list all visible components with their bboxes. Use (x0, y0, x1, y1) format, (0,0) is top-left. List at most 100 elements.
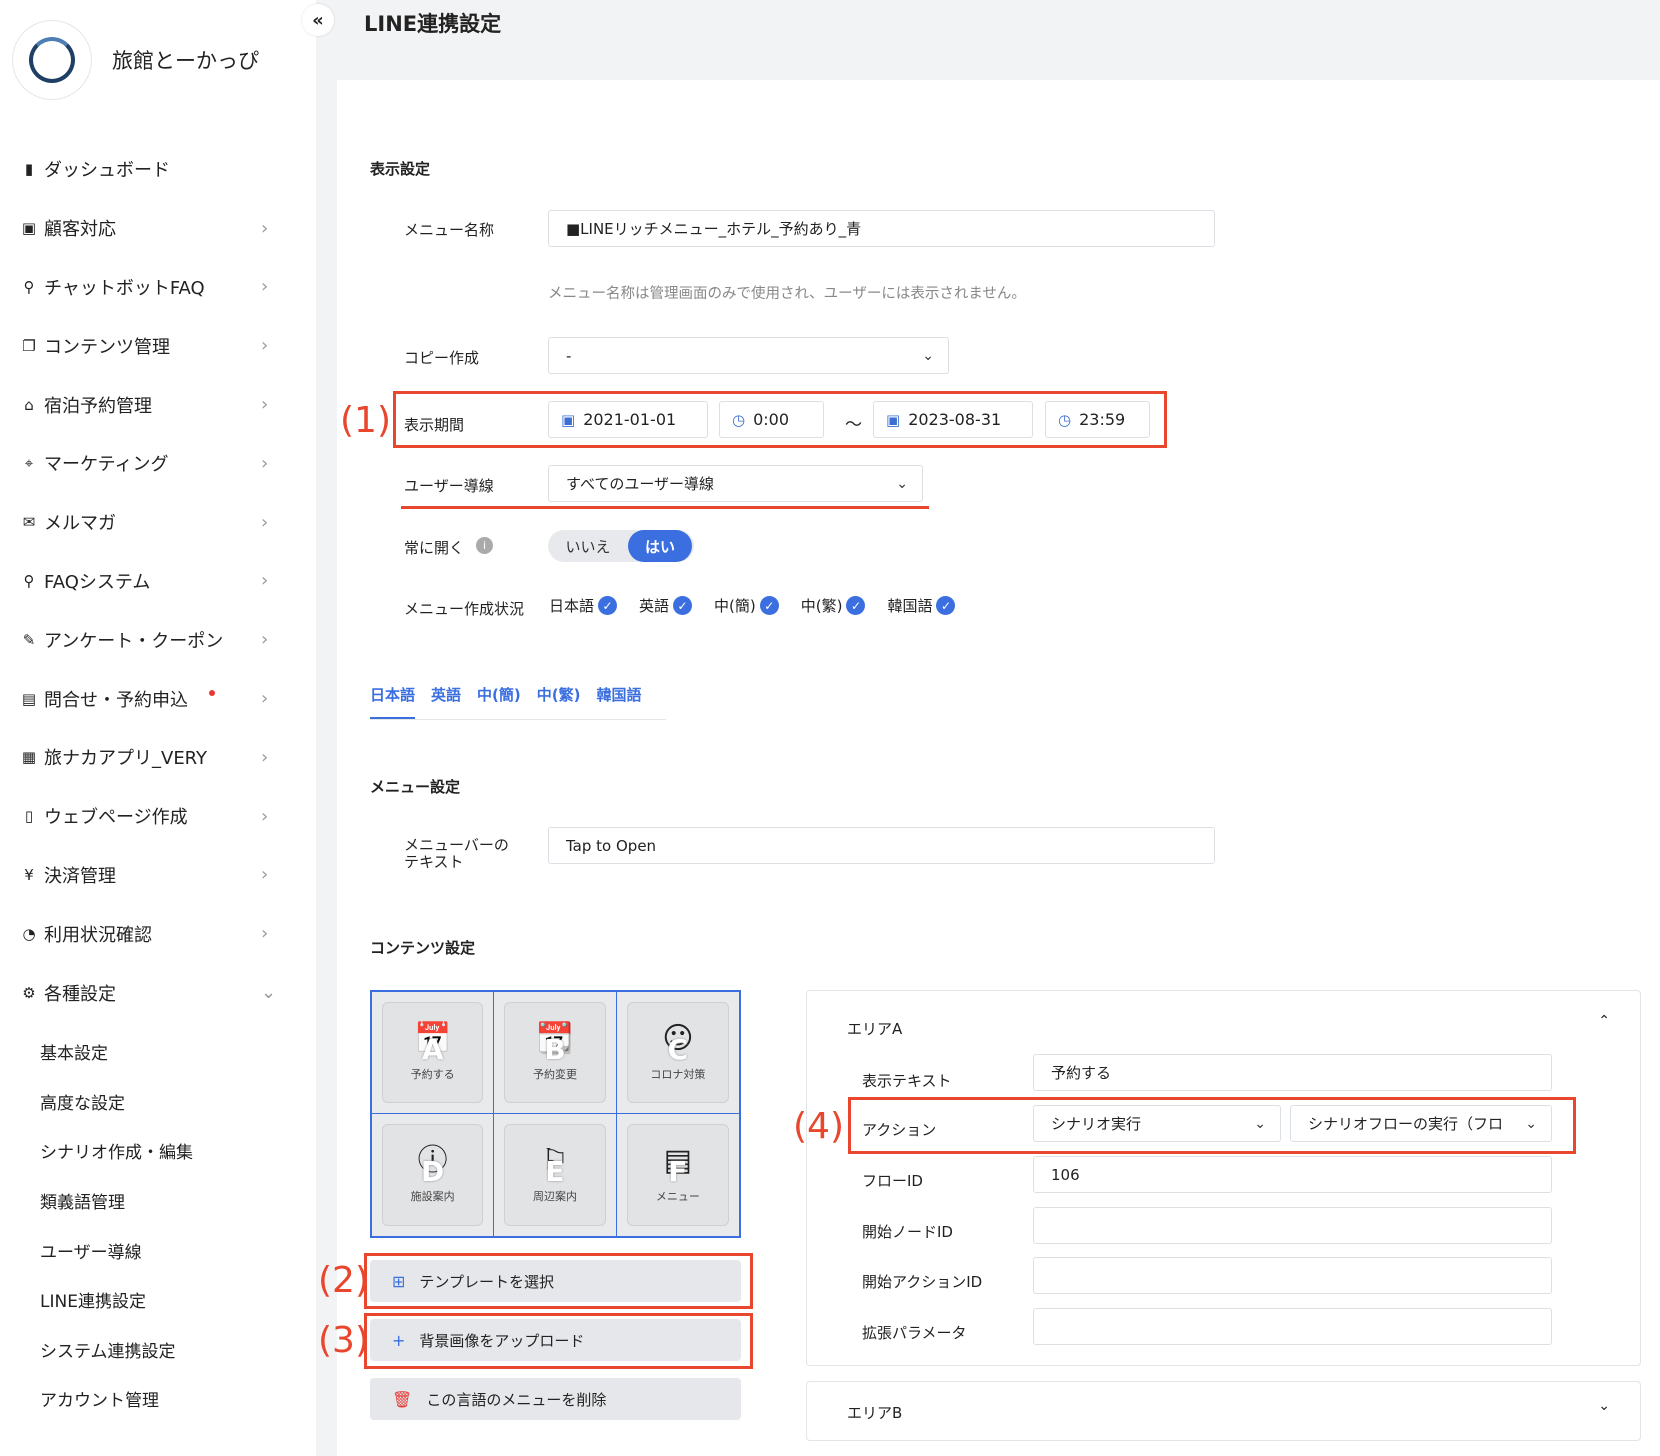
status-item: 英語 ✓ (639, 595, 693, 616)
edit-icon: ✎ (22, 630, 36, 649)
settings-subitem-6[interactable]: システム連携設定 (0, 1325, 316, 1375)
sidebar-item-7[interactable]: ⚲ FAQシステム › (0, 552, 316, 611)
grid-cell-d[interactable]: ⓘ D 施設案内 (372, 1114, 495, 1236)
grid-cell-f[interactable]: ▤ F メニュー (617, 1114, 739, 1236)
settings-subitem-7[interactable]: アカウント管理 (0, 1374, 316, 1424)
sidebar-item-label: チャットボットFAQ (44, 277, 205, 299)
flow-id-label: フローID (862, 1172, 923, 1190)
area-b-panel[interactable]: エリアB ⌄ (806, 1381, 1641, 1441)
annotation-box-4 (848, 1097, 1576, 1154)
brand[interactable]: 旅館とーかっぴ (12, 20, 259, 100)
annotation-label-3: (3) (318, 1320, 369, 1361)
info-icon[interactable]: i (476, 537, 493, 554)
ext-param-label: 拡張パラメータ (862, 1324, 967, 1342)
user-flow-label: ユーザー導線 (404, 477, 494, 495)
grid-cell-b[interactable]: 📆 B 予約変更 (494, 992, 617, 1114)
grid-cell-tile: ⓘ D 施設案内 (382, 1124, 484, 1226)
copy-select[interactable]: - ⌄ (548, 337, 949, 374)
menu-name-hint: メニュー名称は管理画面のみで使用され、ユーザーには表示されません。 (548, 286, 1026, 302)
chevron-up-icon[interactable]: ⌃ (1598, 1013, 1610, 1029)
copy-select-value: - (566, 346, 572, 365)
sidebar-item-0[interactable]: ▮ ダッシュボード (0, 140, 316, 199)
flow-id-input[interactable]: 106 (1033, 1156, 1552, 1193)
sidebar-item-6[interactable]: ✉ メルマガ › (0, 493, 316, 552)
search-icon: ⚲ (23, 277, 35, 296)
sidebar-item-11[interactable]: ▯ ウェブページ作成 › (0, 787, 316, 846)
menu-name-value: ■LINEリッチメニュー_ホテル_予約あり_青 (566, 220, 862, 238)
toggle-yes[interactable]: はい (628, 530, 692, 562)
tab-language-3[interactable]: 中(繁) (537, 684, 581, 719)
settings-subitem-5[interactable]: LINE連携設定 (0, 1275, 316, 1325)
status-item: 中(繁) ✓ (801, 595, 866, 616)
always-open-toggle[interactable]: いいえ はい (548, 530, 694, 562)
status-item: 韓国語 ✓ (887, 595, 956, 616)
settings-subitem-2[interactable]: シナリオ作成・編集 (0, 1126, 316, 1176)
file-icon: ▯ (24, 807, 34, 826)
sidebar-item-9[interactable]: ▤ 問合せ・予約申込 › (0, 669, 316, 728)
mail-icon: ✉ (22, 513, 36, 532)
grid-cell-c[interactable]: ☺ C コロナ対策 (616, 992, 739, 1114)
grid-cell-tile: ☺ C コロナ対策 (626, 1002, 729, 1103)
status-item: 中(簡) ✓ (714, 595, 779, 616)
sidebar-item-14[interactable]: ⚙ 各種設定 ⌄ (0, 963, 316, 1022)
chevron-down-icon[interactable]: ⌄ (1598, 1398, 1610, 1414)
sidebar-item-2[interactable]: ⚲ チャットボットFAQ › (0, 258, 316, 317)
sidebar-item-5[interactable]: ⌖ マーケティング › (0, 434, 316, 493)
sidebar-item-label: メルマガ (44, 513, 116, 535)
settings-subitem-3[interactable]: 類義語管理 (0, 1176, 316, 1226)
sidebar-item-8[interactable]: ✎ アンケート・クーポン › (0, 610, 316, 669)
sidebar-item-4[interactable]: ⌂ 宿泊予約管理 › (0, 375, 316, 434)
menu-bar-text-label: メニューバーの テキスト (404, 837, 509, 871)
settings-subitem-4[interactable]: ユーザー導線 (0, 1225, 316, 1275)
check-icon: ✓ (936, 596, 956, 615)
sidebar-item-3[interactable]: ❐ コンテンツ管理 › (0, 316, 316, 375)
tab-language-1[interactable]: 英語 (431, 684, 461, 719)
grid-cell-a[interactable]: 📅 A 予約する (372, 992, 495, 1114)
display-text-input[interactable]: 予約する (1033, 1054, 1552, 1091)
contents-settings-title: コンテンツ設定 (370, 939, 476, 957)
menu-bar-text-label-line2: テキスト (404, 853, 464, 871)
annotation-label-2: (2) (318, 1260, 369, 1301)
tab-language-4[interactable]: 韓国語 (596, 684, 641, 719)
grid-cell-e[interactable]: ⚐ E 周辺案内 (494, 1114, 617, 1236)
settings-submenu: 基本設定 高度な設定 シナリオ作成・編集 類義語管理 ユーザー導線 LINE連携設定 システ… (0, 1027, 316, 1424)
language-tabs: 日本語 英語 中(簡) 中(繁) 韓国語 (370, 684, 657, 719)
trash-icon: 🗑 (392, 1389, 413, 1409)
sidebar-item-1[interactable]: ▣ 顧客対応 › (0, 199, 316, 258)
chevron-icon: › (261, 511, 269, 533)
start-node-label: 開始ノードID (862, 1223, 953, 1241)
settings-subitem-1[interactable]: 高度な設定 (0, 1077, 316, 1127)
grid-cell-letter: F (668, 1155, 688, 1188)
start-node-input[interactable] (1033, 1207, 1552, 1244)
sidebar: 旅館とーかっぴ ▮ ダッシュボード ▣ 顧客対応 › ⚲ チャットボットFAQ › ❐ コンテンツ… (0, 0, 316, 1456)
sidebar-item-label: ダッシュボード (44, 160, 170, 182)
always-open-label: 常に開く (404, 539, 465, 557)
menu-bar-text-label-line1: メニューバーの (404, 836, 509, 854)
user-flow-select[interactable]: すべてのユーザー導線 ⌄ (548, 465, 923, 502)
sidebar-item-label: 利用状況確認 (44, 924, 152, 946)
tab-language-0[interactable]: 日本語 (370, 684, 416, 719)
chevron-icon: ⌄ (261, 982, 277, 1004)
target-icon: ⌖ (24, 454, 34, 473)
copy-icon: ❐ (22, 336, 36, 355)
chat-icon: ▣ (21, 219, 37, 238)
sidebar-item-13[interactable]: ◔ 利用状況確認 › (0, 904, 316, 963)
sidebar-item-10[interactable]: ▦ 旅ナカアプリ_VERY › (0, 728, 316, 787)
toggle-no[interactable]: いいえ (548, 536, 628, 557)
menu-bar-text-input[interactable]: Tap to Open (548, 827, 1215, 864)
ext-param-input[interactable] (1033, 1308, 1552, 1345)
form-icon: ▤ (21, 689, 37, 708)
menu-bar-text-value: Tap to Open (566, 836, 657, 855)
menu-name-input[interactable]: ■LINEリッチメニュー_ホテル_予約あり_青 (548, 210, 1215, 247)
grid-icon: ▦ (21, 748, 37, 767)
delete-language-menu-button[interactable]: 🗑 この言語のメニューを削除 (370, 1378, 741, 1420)
sidebar-item-12[interactable]: ¥ 決済管理 › (0, 846, 316, 905)
display-text-value: 予約する (1051, 1064, 1112, 1082)
area-b-title: エリアB (847, 1404, 903, 1422)
settings-subitem-0[interactable]: 基本設定 (0, 1027, 316, 1077)
menu-name-label: メニュー名称 (404, 221, 495, 239)
tab-language-2[interactable]: 中(簡) (477, 684, 521, 719)
start-action-input[interactable] (1033, 1257, 1552, 1294)
collapse-sidebar-button[interactable]: « (302, 4, 334, 36)
bar-chart-icon: ▮ (24, 160, 34, 179)
